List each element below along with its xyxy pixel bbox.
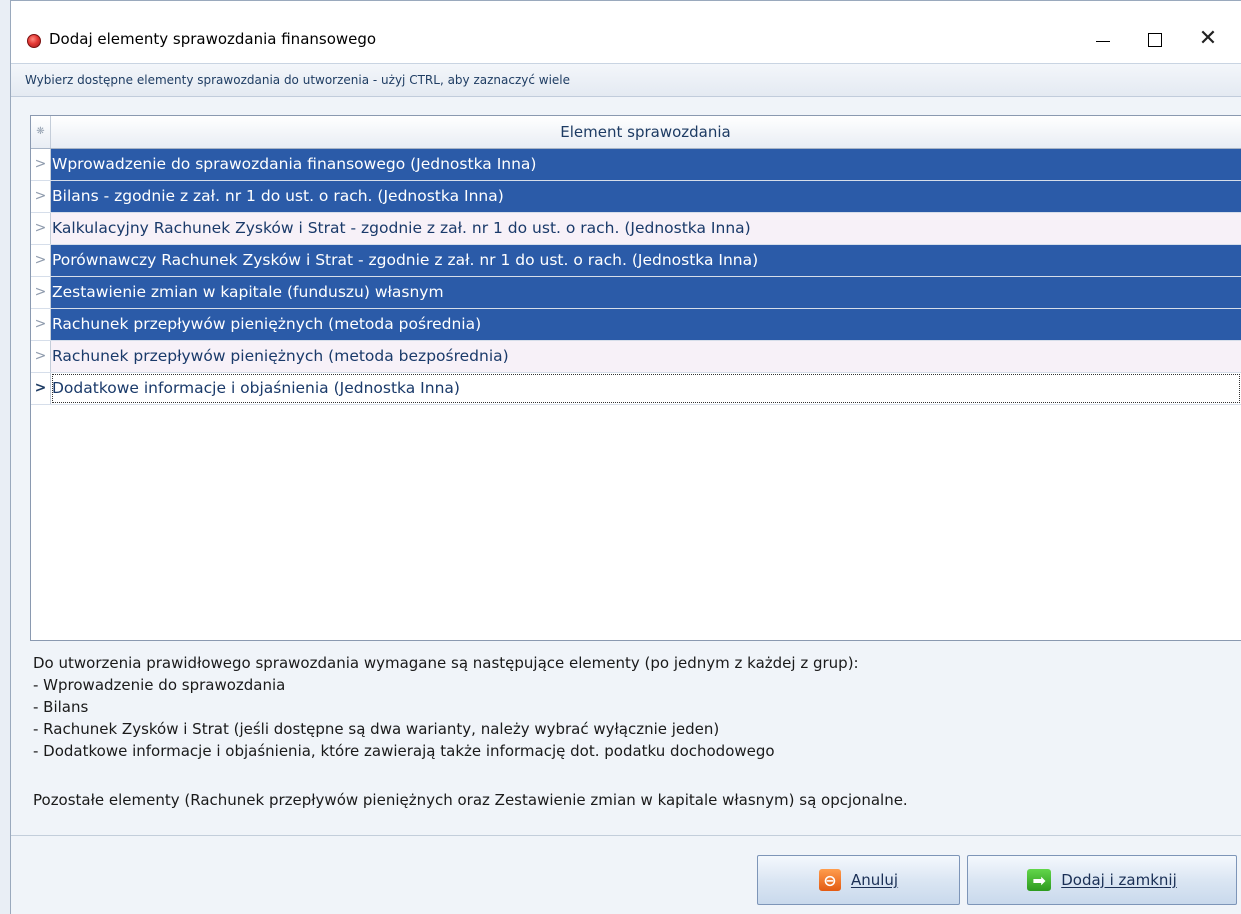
minimize-button[interactable] <box>1079 19 1125 59</box>
table-row[interactable]: > Zestawienie zmian w kapitale (funduszu)… <box>31 277 1241 309</box>
table-row[interactable]: > Wprowadzenie do sprawozdania finansoweg… <box>31 149 1241 181</box>
row-label: Dodatkowe informacje i objaśnienia (Jedn… <box>51 373 1241 404</box>
hint-bar: Wybierz dostępne elementy sprawozdania d… <box>11 63 1241 97</box>
table-row[interactable]: > Rachunek przepływów pieniężnych (metoda… <box>31 309 1241 341</box>
title-bar: Dodaj elementy sprawozdania finansowego … <box>11 1 1241 63</box>
cancel-button[interactable]: Anuluj <box>757 855 960 905</box>
row-label: Rachunek przepływów pieniężnych (metoda … <box>51 309 1241 340</box>
table-row[interactable]: > Rachunek przepływów pieniężnych (metoda… <box>31 341 1241 373</box>
row-indicator-icon[interactable]: > <box>31 213 51 244</box>
table-row[interactable]: > Bilans - zgodnie z zał. nr 1 do ust. o … <box>31 181 1241 213</box>
add-and-close-button[interactable]: Dodaj i zamknij <box>967 855 1237 905</box>
requirement-item: - Bilans <box>33 698 89 716</box>
app-icon <box>27 34 41 48</box>
grid-header: ❋ Element sprawozdania <box>31 116 1241 149</box>
row-indicator-icon[interactable]: > <box>31 149 51 180</box>
row-label: Wprowadzenie do sprawozdania finansowego… <box>51 149 1241 180</box>
row-label: Rachunek przepływów pieniężnych (metoda … <box>51 341 1241 372</box>
row-indicator-icon[interactable]: > <box>31 341 51 372</box>
table-row[interactable]: > Dodatkowe informacje i objaśnienia (Jed… <box>31 373 1241 405</box>
footer-divider <box>11 835 1241 836</box>
row-label: Porównawczy Rachunek Zysków i Strat - zg… <box>51 245 1241 276</box>
row-indicator-icon[interactable]: > <box>31 373 51 404</box>
close-icon: ✕ <box>1198 26 1218 51</box>
grid-rows: > Wprowadzenie do sprawozdania finansoweg… <box>31 149 1241 405</box>
hint-text: Wybierz dostępne elementy sprawozdania d… <box>25 73 571 87</box>
column-header-element[interactable]: Element sprawozdania <box>50 116 1241 148</box>
table-row[interactable]: > Porównawczy Rachunek Zysków i Strat - z… <box>31 245 1241 277</box>
requirements-text: Do utworzenia prawidłowego sprawozdania … <box>33 652 859 762</box>
arrow-right-icon <box>1027 869 1052 891</box>
optional-note: Pozostałe elementy (Rachunek przepływów … <box>33 791 908 809</box>
row-indicator-icon[interactable]: > <box>31 309 51 340</box>
requirement-item: - Wprowadzenie do sprawozdania <box>33 676 286 694</box>
table-row[interactable]: > Kalkulacyjny Rachunek Zysków i Strat - … <box>31 213 1241 245</box>
row-indicator-icon[interactable]: > <box>31 181 51 212</box>
grid-corner-icon[interactable]: ❋ <box>31 116 51 148</box>
maximize-button[interactable] <box>1131 19 1177 59</box>
row-label: Bilans - zgodnie z zał. nr 1 do ust. o r… <box>51 181 1241 212</box>
close-button[interactable]: ✕ <box>1185 19 1231 59</box>
window-title: Dodaj elementy sprawozdania finansowego <box>49 30 377 48</box>
cancel-icon <box>818 869 841 891</box>
cancel-button-label: Anuluj <box>850 871 899 889</box>
elements-grid[interactable]: ❋ Element sprawozdania > Wprowadzenie do … <box>30 115 1241 641</box>
row-indicator-icon[interactable]: > <box>31 245 51 276</box>
row-label: Zestawienie zmian w kapitale (funduszu) … <box>51 277 1241 308</box>
add-button-label: Dodaj i zamknij <box>1061 871 1177 889</box>
row-indicator-icon[interactable]: > <box>31 277 51 308</box>
dialog-window: Dodaj elementy sprawozdania finansowego … <box>10 0 1241 914</box>
requirement-item: - Rachunek Zysków i Strat (jeśli dostępn… <box>33 720 720 738</box>
requirements-intro: Do utworzenia prawidłowego sprawozdania … <box>33 654 859 672</box>
requirement-item: - Dodatkowe informacje i objaśnienia, kt… <box>33 742 775 760</box>
row-label: Kalkulacyjny Rachunek Zysków i Strat - z… <box>51 213 1241 244</box>
